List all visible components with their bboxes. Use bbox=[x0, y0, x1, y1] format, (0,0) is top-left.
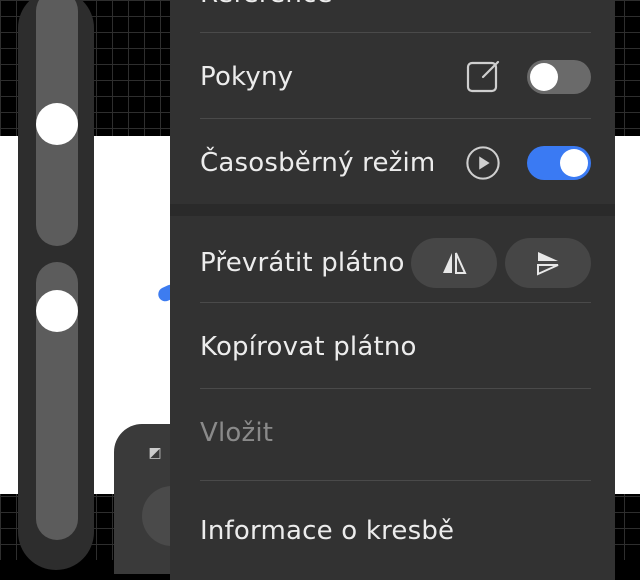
menu-item-label: Časosběrný režim bbox=[200, 148, 436, 178]
menu-item-label: Kopírovat plátno bbox=[200, 332, 417, 362]
menu-item-drawing-info[interactable]: Informace o kresbě bbox=[200, 506, 591, 556]
menu-item-label: Informace o kresbě bbox=[200, 516, 455, 546]
menu-item-label: Reference bbox=[200, 0, 591, 9]
flip-horizontal-button[interactable] bbox=[411, 238, 497, 288]
menu-item-guides[interactable]: Pokyny bbox=[200, 52, 591, 102]
modify-square-icon[interactable]: ◩ bbox=[146, 444, 164, 462]
flip-horizontal-icon bbox=[443, 252, 467, 274]
menu-item-label: Převrátit plátno bbox=[200, 248, 405, 278]
menu-item-label: Pokyny bbox=[200, 62, 294, 92]
brush-opacity-slider-thumb[interactable] bbox=[36, 290, 78, 332]
menu-item-paste: Vložit bbox=[200, 408, 591, 458]
edit-square-icon[interactable] bbox=[465, 59, 501, 95]
menu-divider bbox=[200, 480, 591, 481]
menu-divider bbox=[200, 118, 591, 119]
menu-item-copy-canvas[interactable]: Kopírovat plátno bbox=[200, 322, 591, 372]
toggle-knob bbox=[530, 63, 558, 91]
flip-vertical-icon bbox=[537, 252, 559, 276]
flip-vertical-button[interactable] bbox=[505, 238, 591, 288]
toggle-knob bbox=[560, 149, 588, 177]
menu-divider bbox=[200, 388, 591, 389]
menu-item-reference[interactable]: Reference bbox=[200, 0, 591, 14]
guides-toggle[interactable] bbox=[527, 60, 591, 94]
menu-section-gap bbox=[170, 204, 615, 216]
menu-divider bbox=[200, 302, 591, 303]
actions-menu: Reference Pokyny Časosběrný režim Převrá… bbox=[170, 0, 615, 580]
play-circle-icon[interactable] bbox=[465, 145, 501, 181]
menu-item-flip-canvas: Převrátit plátno bbox=[200, 236, 591, 290]
menu-divider bbox=[200, 32, 591, 33]
menu-item-label: Vložit bbox=[200, 418, 274, 448]
menu-item-timelapse[interactable]: Časosběrný režim bbox=[200, 138, 591, 188]
timelapse-toggle[interactable] bbox=[527, 146, 591, 180]
brush-size-slider-thumb[interactable] bbox=[36, 103, 78, 145]
